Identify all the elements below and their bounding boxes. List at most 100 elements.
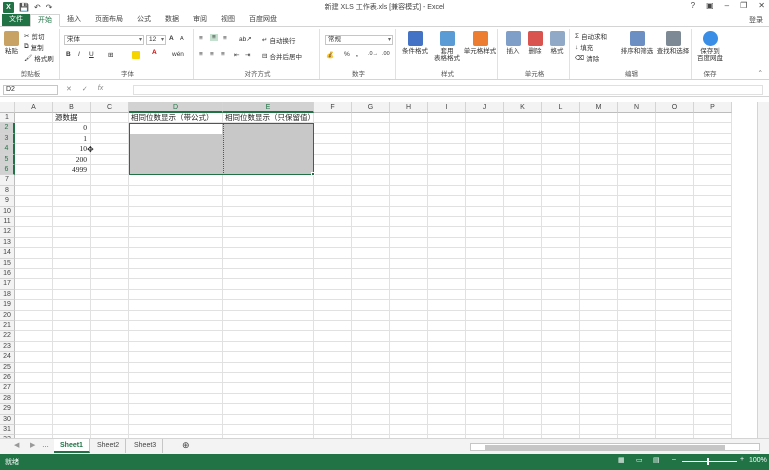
align-right-button[interactable]: ≡ <box>221 51 225 58</box>
merge-center-button[interactable]: ⊟ 合并后居中 <box>262 51 302 61</box>
tab-page-layout[interactable]: 页面布局 <box>88 14 130 26</box>
row-header-7[interactable]: 7 <box>0 175 15 186</box>
bottom-align-button[interactable]: ≡ <box>223 35 227 42</box>
row-header-30[interactable]: 30 <box>0 414 15 425</box>
increase-indent-button[interactable]: ⇥ <box>245 51 250 59</box>
horizontal-scrollbar[interactable] <box>470 443 760 451</box>
column-header-n[interactable]: N <box>618 102 656 113</box>
add-sheet-icon[interactable]: ⊕ <box>176 439 196 453</box>
top-align-button[interactable]: ≡ <box>199 35 203 42</box>
row-header-23[interactable]: 23 <box>0 341 15 353</box>
column-header-b[interactable]: B <box>53 102 91 113</box>
shrink-font-button[interactable]: A <box>180 36 184 42</box>
row-header-5[interactable]: 5 <box>0 154 15 165</box>
align-left-button[interactable]: ≡ <box>199 51 203 58</box>
row-header-26[interactable]: 26 <box>0 373 15 384</box>
row-header-29[interactable]: 29 <box>0 404 15 415</box>
column-header-k[interactable]: K <box>504 102 542 113</box>
row-header-25[interactable]: 25 <box>0 362 15 373</box>
cell-b5[interactable]: 200 <box>55 155 87 166</box>
currency-button[interactable]: 💰 <box>326 51 334 59</box>
undo-icon[interactable]: ↶ <box>34 3 41 12</box>
close-icon[interactable]: ✕ <box>758 1 765 10</box>
align-center-button[interactable]: ≡ <box>210 51 214 58</box>
sort-filter-button[interactable]: 排序和筛选 <box>620 31 654 55</box>
column-header-m[interactable]: M <box>580 102 618 113</box>
comma-button[interactable]: , <box>356 51 358 58</box>
scrollbar-thumb[interactable] <box>485 445 725 450</box>
format-as-table-button[interactable]: 套用 表格格式 <box>432 31 462 62</box>
page-layout-icon[interactable]: ▭ <box>636 456 643 464</box>
number-format-select[interactable]: 常规 <box>325 35 393 45</box>
cell-e1[interactable]: 相同位数显示（只保留值） <box>225 113 315 124</box>
cut-button[interactable]: ✂ 剪切 <box>24 31 44 41</box>
zoom-slider-thumb[interactable] <box>707 458 709 465</box>
row-header-22[interactable]: 22 <box>0 331 15 342</box>
cell-b4[interactable]: 10 <box>55 144 88 155</box>
name-box[interactable]: D2 <box>3 85 58 95</box>
column-header-h[interactable]: H <box>390 102 428 113</box>
save-to-netdisk-button[interactable]: 保存到 百度网盘 <box>694 31 726 62</box>
tab-insert[interactable]: 插入 <box>60 14 88 26</box>
column-header-o[interactable]: O <box>656 102 694 113</box>
formula-input[interactable] <box>133 85 763 95</box>
login-link[interactable]: 登录 <box>749 15 763 25</box>
page-break-icon[interactable]: ▤ <box>653 456 660 464</box>
row-header-24[interactable]: 24 <box>0 352 15 363</box>
row-header-18[interactable]: 18 <box>0 289 15 301</box>
percent-button[interactable]: % <box>344 51 350 58</box>
row-header-3[interactable]: 3 <box>0 133 15 145</box>
font-name-select[interactable]: 宋体 <box>64 35 144 45</box>
collapse-ribbon-icon[interactable]: ⌃ <box>758 69 763 77</box>
autosum-button[interactable]: Σ 自动求和 <box>575 31 607 42</box>
cell-b2[interactable]: 0 <box>55 123 87 134</box>
wrap-text-button[interactable]: ↵ 自动换行 <box>262 35 295 45</box>
tab-review[interactable]: 审阅 <box>186 14 214 26</box>
column-header-d[interactable]: D <box>129 102 223 113</box>
column-header-a[interactable]: A <box>15 102 53 113</box>
enter-icon[interactable]: ✓ <box>82 85 88 93</box>
prev-sheet-icon[interactable]: ◀ <box>8 439 25 453</box>
copy-button[interactable]: ⧉ 复制 <box>24 42 44 52</box>
sheet-tab-sheet1[interactable]: Sheet1 <box>54 439 90 453</box>
column-header-f[interactable]: F <box>314 102 352 113</box>
fill-button[interactable]: ↓ 填充 <box>575 42 593 53</box>
format-painter-button[interactable]: 🖌 格式刷 <box>24 53 54 63</box>
sheet-tab-sheet3[interactable]: Sheet3 <box>128 439 164 453</box>
zoom-out-icon[interactable]: – <box>672 456 676 463</box>
row-header-14[interactable]: 14 <box>0 248 15 259</box>
row-header-4[interactable]: 4 <box>0 144 15 155</box>
row-header-28[interactable]: 28 <box>0 393 15 405</box>
decrease-indent-button[interactable]: ⇤ <box>234 51 239 59</box>
row-header-15[interactable]: 15 <box>0 258 15 269</box>
clear-button[interactable]: ⌫ 清除 <box>575 53 599 63</box>
row-header-12[interactable]: 12 <box>0 227 15 238</box>
border-button[interactable]: ⊞ <box>108 51 113 59</box>
row-header-9[interactable]: 9 <box>0 196 15 207</box>
column-header-p[interactable]: P <box>694 102 732 113</box>
delete-cells-button[interactable]: 删除 <box>525 31 545 55</box>
italic-button[interactable]: I <box>78 51 80 58</box>
row-header-16[interactable]: 16 <box>0 269 15 280</box>
save-icon[interactable]: 💾 <box>19 3 29 12</box>
redo-icon[interactable]: ↷ <box>46 3 53 12</box>
normal-view-icon[interactable]: ▦ <box>618 456 625 464</box>
bold-button[interactable]: B <box>66 51 71 58</box>
find-select-button[interactable]: 查找和选择 <box>656 31 690 55</box>
zoom-in-icon[interactable]: + <box>740 456 744 463</box>
tab-file[interactable]: 文件 <box>2 14 30 26</box>
grow-font-button[interactable]: A <box>169 35 174 42</box>
decrease-decimal-button[interactable]: .00 <box>382 51 390 57</box>
tab-baidu-netdisk[interactable]: 百度网盘 <box>242 14 284 26</box>
cell-styles-button[interactable]: 单元格样式 <box>462 31 498 55</box>
minimize-icon[interactable]: – <box>725 1 729 10</box>
cell-b6[interactable]: 4999 <box>55 165 87 176</box>
row-header-6[interactable]: 6 <box>0 165 15 176</box>
phonetic-button[interactable]: wén <box>172 51 184 58</box>
row-header-2[interactable]: 2 <box>0 123 15 134</box>
row-header-13[interactable]: 13 <box>0 237 15 249</box>
column-header-e[interactable]: E <box>223 102 314 113</box>
underline-button[interactable]: U <box>89 51 94 58</box>
tab-view[interactable]: 视图 <box>214 14 242 26</box>
increase-decimal-button[interactable]: .0→ <box>368 51 378 57</box>
